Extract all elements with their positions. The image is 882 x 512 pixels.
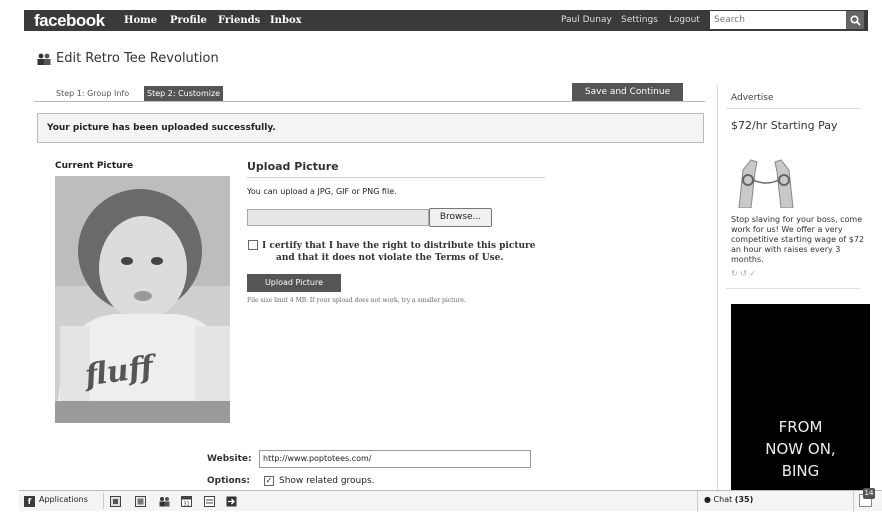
save-and-continue-button[interactable]: Save and Continue bbox=[572, 83, 683, 101]
success-message-box: Your picture has been uploaded successfu… bbox=[37, 113, 704, 143]
svg-text:31: 31 bbox=[183, 502, 189, 508]
success-message: Your picture has been uploaded successfu… bbox=[47, 123, 276, 133]
ad-divider bbox=[726, 288, 860, 289]
certify-checkbox[interactable] bbox=[248, 240, 258, 250]
group-icon bbox=[37, 53, 51, 65]
file-size-limit-text: File size limit 4 MB. If your upload doe… bbox=[247, 297, 466, 304]
bing-line-3: BING bbox=[781, 462, 820, 480]
chat-label: Chat bbox=[713, 495, 733, 504]
browse-button[interactable]: Browse... bbox=[429, 208, 492, 227]
sidebar-divider bbox=[717, 85, 718, 490]
ad-like-icons[interactable]: ↻ ↺ ✓ bbox=[731, 269, 756, 278]
website-field[interactable]: http://www.poptotees.com/ bbox=[259, 450, 531, 468]
certify-label-line-1: I certify that I have the right to distr… bbox=[262, 241, 536, 251]
nav-friends[interactable]: Friends bbox=[218, 10, 260, 31]
bing-ad-banner[interactable]: FROM NOW ON, BING bbox=[731, 304, 870, 494]
show-related-groups-checkbox[interactable]: ✓ bbox=[264, 476, 274, 486]
current-picture-image: fluff bbox=[55, 176, 230, 423]
notification-separator bbox=[853, 491, 854, 512]
nav-settings[interactable]: Settings bbox=[621, 10, 658, 31]
chat-count: (35) bbox=[734, 495, 754, 504]
top-navigation-bar: facebook Home Profile Friends Inbox Paul… bbox=[24, 10, 868, 31]
bottom-separator bbox=[103, 493, 104, 509]
search-icon bbox=[849, 14, 861, 26]
certify-label-line-2: and that it does not violate the Terms o… bbox=[276, 253, 504, 263]
tab-divider bbox=[34, 101, 705, 102]
tab-customize[interactable]: Step 2: Customize bbox=[144, 86, 224, 102]
applications-icon[interactable]: f bbox=[24, 496, 35, 507]
ad-title[interactable]: $72/hr Starting Pay bbox=[731, 119, 837, 132]
share-icon[interactable] bbox=[226, 496, 237, 507]
search-button[interactable] bbox=[846, 11, 864, 29]
nav-home[interactable]: Home bbox=[124, 10, 157, 31]
chat-separator bbox=[697, 491, 698, 512]
groups-icon[interactable] bbox=[159, 496, 170, 507]
website-label: Website: bbox=[207, 454, 252, 464]
bing-line-1: FROM bbox=[778, 418, 823, 436]
applications-button[interactable]: Applications bbox=[39, 495, 88, 504]
upload-heading-divider bbox=[247, 177, 545, 178]
upload-picture-button[interactable]: Upload Picture bbox=[247, 274, 341, 292]
notes-icon[interactable] bbox=[204, 496, 215, 507]
chat-online-icon: ● bbox=[704, 495, 711, 504]
nav-user-name[interactable]: Paul Dunay bbox=[561, 10, 612, 31]
chat-button[interactable]: ● Chat (35) bbox=[704, 495, 753, 504]
search-input[interactable] bbox=[710, 11, 846, 29]
events-icon[interactable]: 31 bbox=[181, 496, 192, 507]
show-related-groups-label: Show related groups. bbox=[279, 476, 375, 486]
tab-group-info[interactable]: Step 1: Group Info bbox=[50, 86, 135, 102]
current-picture-label: Current Picture bbox=[55, 161, 134, 171]
page-title: Edit Retro Tee Revolution bbox=[56, 51, 219, 66]
ad-description: Stop slaving for your boss, come work fo… bbox=[731, 215, 865, 264]
options-label: Options: bbox=[207, 476, 251, 486]
advertise-divider bbox=[726, 108, 860, 109]
upload-picture-heading: Upload Picture bbox=[247, 160, 339, 173]
ad-handcuffs-image[interactable] bbox=[731, 142, 801, 208]
advertise-link[interactable]: Advertise bbox=[731, 93, 774, 103]
facebook-logo[interactable]: facebook bbox=[34, 10, 105, 31]
file-path-field[interactable] bbox=[247, 209, 429, 226]
photos-icon[interactable] bbox=[110, 496, 121, 507]
bing-line-2: NOW ON, bbox=[765, 440, 836, 458]
video-icon[interactable] bbox=[135, 496, 146, 507]
bottom-app-bar: f Applications 31 ● Chat (35) 14 bbox=[19, 488, 882, 512]
nav-logout[interactable]: Logout bbox=[669, 10, 700, 31]
nav-inbox[interactable]: Inbox bbox=[270, 10, 302, 31]
notification-count-badge: 14 bbox=[863, 488, 875, 499]
nav-profile[interactable]: Profile bbox=[170, 10, 207, 31]
upload-help-text: You can upload a JPG, GIF or PNG file. bbox=[247, 187, 397, 196]
